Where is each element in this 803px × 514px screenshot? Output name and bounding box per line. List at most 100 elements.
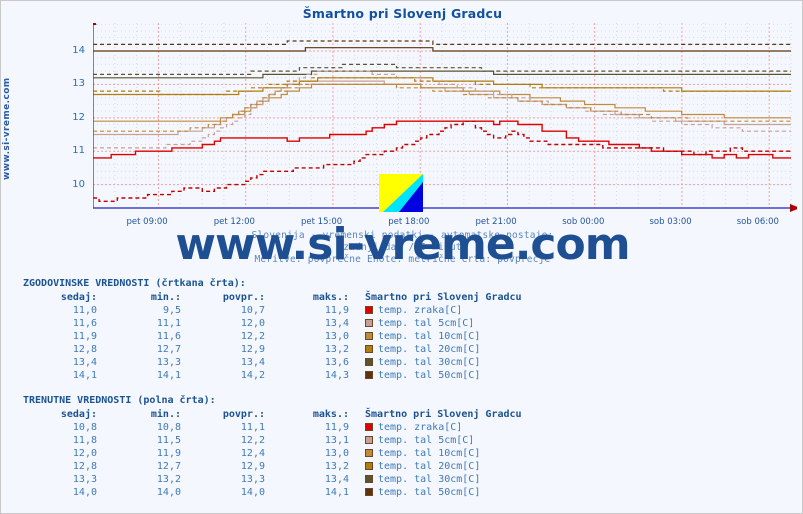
legend-color-swatch bbox=[365, 358, 373, 366]
header-station: Šmartno pri Slovenj Gradcu bbox=[365, 409, 522, 420]
cell-min: 10,8 bbox=[156, 422, 181, 433]
legend-label: temp. tal 10cm[C] bbox=[378, 331, 481, 342]
legend-label: temp. tal 20cm[C] bbox=[378, 461, 481, 472]
cell-maks: 14,3 bbox=[324, 370, 349, 381]
legend-label: temp. zraka[C] bbox=[378, 422, 463, 433]
table-row: 11,6 11,1 12,0 13,4 temp. tal 5cm[C] bbox=[23, 317, 522, 330]
table-header-row: sedaj: min.: povpr.: maks.: Šmartno pri … bbox=[23, 291, 522, 304]
cell-povpr: 12,2 bbox=[240, 331, 265, 342]
historic-values-block: ZGODOVINSKE VREDNOSTI (črtkana črta): se… bbox=[23, 278, 522, 382]
cell-sedaj: 13,4 bbox=[72, 357, 97, 368]
x-tick-label: pet 12:00 bbox=[213, 217, 255, 227]
cell-povpr: 12,9 bbox=[240, 344, 265, 355]
cell-min: 13,3 bbox=[156, 357, 181, 368]
header-povpr: povpr.: bbox=[222, 292, 265, 303]
cell-min: 11,6 bbox=[156, 331, 181, 342]
side-watermark: www.si-vreme.com bbox=[2, 77, 12, 181]
cell-sedaj: 13,3 bbox=[72, 474, 97, 485]
cell-povpr: 13,4 bbox=[240, 357, 265, 368]
legend-color-swatch bbox=[365, 436, 373, 444]
cell-min: 12,7 bbox=[156, 344, 181, 355]
table-row: 10,8 10,8 11,1 11,9 temp. zraka[C] bbox=[23, 421, 522, 434]
table-row: 11,0 9,5 10,7 11,9 temp. zraka[C] bbox=[23, 304, 522, 317]
si-vreme-logo-icon bbox=[379, 174, 423, 212]
legend-color-swatch bbox=[365, 449, 373, 457]
cell-min: 13,2 bbox=[156, 474, 181, 485]
plot-area: pet 09:00 pet 12:00 pet 15:00 pet 18:00 pet … bbox=[93, 23, 797, 227]
header-sedaj: sedaj: bbox=[60, 409, 97, 420]
table-row: 11,9 11,6 12,2 13,0 temp. tal 10cm[C] bbox=[23, 330, 522, 343]
table-row: 12,8 12,7 12,9 13,2 temp. tal 20cm[C] bbox=[23, 460, 522, 473]
legend-entry: temp. tal 10cm[C] bbox=[359, 447, 522, 460]
cell-povpr: 12,4 bbox=[240, 448, 265, 459]
caption-line-2: zadnji dan / 5 minut bbox=[343, 242, 462, 253]
legend-label: temp. tal 10cm[C] bbox=[378, 448, 481, 459]
legend-entry: temp. tal 20cm[C] bbox=[359, 460, 522, 473]
cell-min: 11,1 bbox=[156, 318, 181, 329]
cell-sedaj: 12,0 bbox=[72, 448, 97, 459]
legend-label: temp. tal 30cm[C] bbox=[378, 357, 481, 368]
header-maks: maks.: bbox=[312, 409, 349, 420]
x-tick-label: pet 09:00 bbox=[126, 217, 168, 227]
legend-entry: temp. tal 5cm[C] bbox=[359, 317, 522, 330]
header-station: Šmartno pri Slovenj Gradcu bbox=[365, 292, 522, 303]
legend-color-swatch bbox=[365, 475, 373, 483]
cell-maks: 13,4 bbox=[324, 474, 349, 485]
cell-sedaj: 11,9 bbox=[72, 331, 97, 342]
cell-sedaj: 10,8 bbox=[72, 422, 97, 433]
legend-label: temp. zraka[C] bbox=[378, 305, 463, 316]
cell-min: 11,9 bbox=[156, 448, 181, 459]
y-tick-label: 10 bbox=[72, 178, 85, 190]
legend-entry: temp. tal 10cm[C] bbox=[359, 330, 522, 343]
legend-entry: temp. zraka[C] bbox=[359, 304, 522, 317]
cell-sedaj: 12,8 bbox=[72, 344, 97, 355]
y-tick-label: 14 bbox=[72, 45, 85, 57]
cell-povpr: 14,0 bbox=[240, 487, 265, 498]
x-axis-arrow bbox=[790, 204, 797, 212]
legend-entry: temp. tal 30cm[C] bbox=[359, 473, 522, 486]
caption-line-1: Slovenija - vremenski podatki - avtomats… bbox=[251, 230, 554, 241]
legend-entry: temp. tal 5cm[C] bbox=[359, 434, 522, 447]
legend-color-swatch bbox=[365, 423, 373, 431]
cell-sedaj: 12,8 bbox=[72, 461, 97, 472]
cell-maks: 11,9 bbox=[324, 422, 349, 433]
table-row: 12,0 11,9 12,4 13,0 temp. tal 10cm[C] bbox=[23, 447, 522, 460]
cell-min: 14,1 bbox=[156, 370, 181, 381]
table-row: 13,3 13,2 13,3 13,4 temp. tal 30cm[C] bbox=[23, 473, 522, 486]
cell-maks: 13,2 bbox=[324, 344, 349, 355]
chart-svg bbox=[93, 23, 797, 212]
cell-maks: 11,9 bbox=[324, 305, 349, 316]
cell-min: 9,5 bbox=[162, 305, 181, 316]
legend-color-swatch bbox=[365, 488, 373, 496]
legend-entry: temp. tal 20cm[C] bbox=[359, 343, 522, 356]
series-line-historic-10 bbox=[93, 63, 791, 75]
current-table-body: 10,8 10,8 11,1 11,9 temp. zraka[C] 11,8 11,5 12… bbox=[23, 421, 522, 499]
weather-chart-page: Šmartno pri Slovenj Gradcu www.si-vreme.… bbox=[0, 0, 803, 514]
table-row: 14,0 14,0 14,0 14,1 temp. tal 50cm[C] bbox=[23, 486, 522, 499]
x-tick-label: sob 06:00 bbox=[736, 217, 779, 227]
cell-min: 12,7 bbox=[156, 461, 181, 472]
y-tick-label: 13 bbox=[72, 78, 85, 90]
cell-sedaj: 11,0 bbox=[72, 305, 97, 316]
cell-povpr: 12,9 bbox=[240, 461, 265, 472]
x-tick-label: pet 15:00 bbox=[301, 217, 343, 227]
table-row: 11,8 11,5 12,2 13,1 temp. tal 5cm[C] bbox=[23, 434, 522, 447]
page-title: Šmartno pri Slovenj Gradcu bbox=[302, 6, 503, 21]
x-tick-label: sob 00:00 bbox=[562, 217, 605, 227]
cell-sedaj: 11,6 bbox=[72, 318, 97, 329]
caption-line-3: Meritve: povprečne Enote: metrične Črta:… bbox=[254, 254, 551, 265]
cell-maks: 13,2 bbox=[324, 461, 349, 472]
cell-maks: 13,0 bbox=[324, 448, 349, 459]
historic-values-table: sedaj: min.: povpr.: maks.: Šmartno pri … bbox=[23, 291, 522, 382]
y-axis-arrow bbox=[93, 23, 97, 25]
header-min: min.: bbox=[150, 409, 181, 420]
cell-maks: 13,6 bbox=[324, 357, 349, 368]
current-values-table: sedaj: min.: povpr.: maks.: Šmartno pri … bbox=[23, 408, 522, 499]
cell-min: 11,5 bbox=[156, 435, 181, 446]
current-values-title: TRENUTNE VREDNOSTI (polna črta): bbox=[23, 395, 216, 406]
x-tick-label: pet 21:00 bbox=[475, 217, 517, 227]
table-header-row: sedaj: min.: povpr.: maks.: Šmartno pri … bbox=[23, 408, 522, 421]
historic-table-body: 11,0 9,5 10,7 11,9 temp. zraka[C] 11,6 11,1 12,… bbox=[23, 304, 522, 382]
legend-label: temp. tal 30cm[C] bbox=[378, 474, 481, 485]
cell-povpr: 13,3 bbox=[240, 474, 265, 485]
